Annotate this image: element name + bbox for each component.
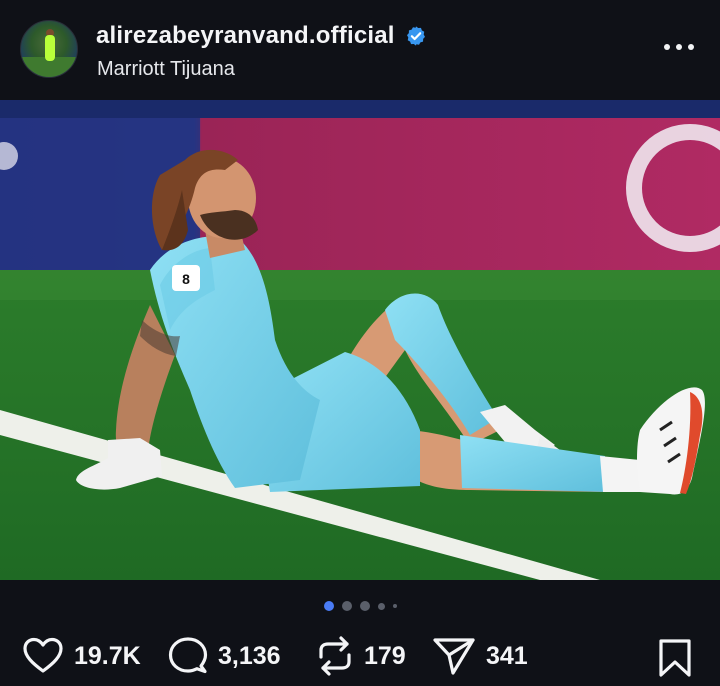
avatar-figure <box>45 35 55 61</box>
comments-count[interactable]: 3,136 <box>218 642 281 671</box>
svg-text:8: 8 <box>182 271 190 287</box>
bookmark-icon <box>659 639 691 677</box>
like-button[interactable]: 19.7K <box>22 636 141 676</box>
carousel-dot[interactable] <box>359 601 370 611</box>
more-dot <box>676 44 682 50</box>
reposts-count[interactable]: 179 <box>364 642 406 671</box>
more-dot <box>664 44 670 50</box>
username-link[interactable]: alirezabeyranvand.official <box>96 22 395 50</box>
send-icon <box>433 638 475 675</box>
carousel-dot-active[interactable] <box>323 601 334 611</box>
profile-avatar[interactable] <box>20 20 78 78</box>
heart-icon <box>23 637 63 673</box>
comment-button[interactable]: 3,136 <box>168 636 281 676</box>
more-options-icon[interactable] <box>664 32 694 62</box>
carousel-dot[interactable] <box>341 601 352 611</box>
repost-icon <box>319 636 351 676</box>
comment-bubble-icon <box>168 637 208 674</box>
post-header: alirezabeyranvand.official Marriott Tiju… <box>0 0 720 100</box>
more-dot <box>688 44 694 50</box>
shares-count[interactable]: 341 <box>486 642 528 671</box>
likes-count[interactable]: 19.7K <box>74 642 141 671</box>
post-photo-illustration: 8 <box>0 100 720 580</box>
post-photo[interactable]: 8 <box>0 100 720 580</box>
username-row: alirezabeyranvand.official <box>96 22 427 50</box>
save-button[interactable] <box>658 638 692 683</box>
repost-button[interactable]: 179 <box>316 636 406 676</box>
carousel-dot[interactable] <box>377 602 385 610</box>
post-actions-bar: 19.7K 3,136 179 341 <box>0 630 720 686</box>
verified-badge-icon <box>406 26 425 46</box>
carousel-dot[interactable] <box>392 604 397 608</box>
carousel-indicator <box>0 596 720 616</box>
share-button[interactable]: 341 <box>432 636 528 676</box>
post-location[interactable]: Marriott Tijuana <box>97 58 235 81</box>
